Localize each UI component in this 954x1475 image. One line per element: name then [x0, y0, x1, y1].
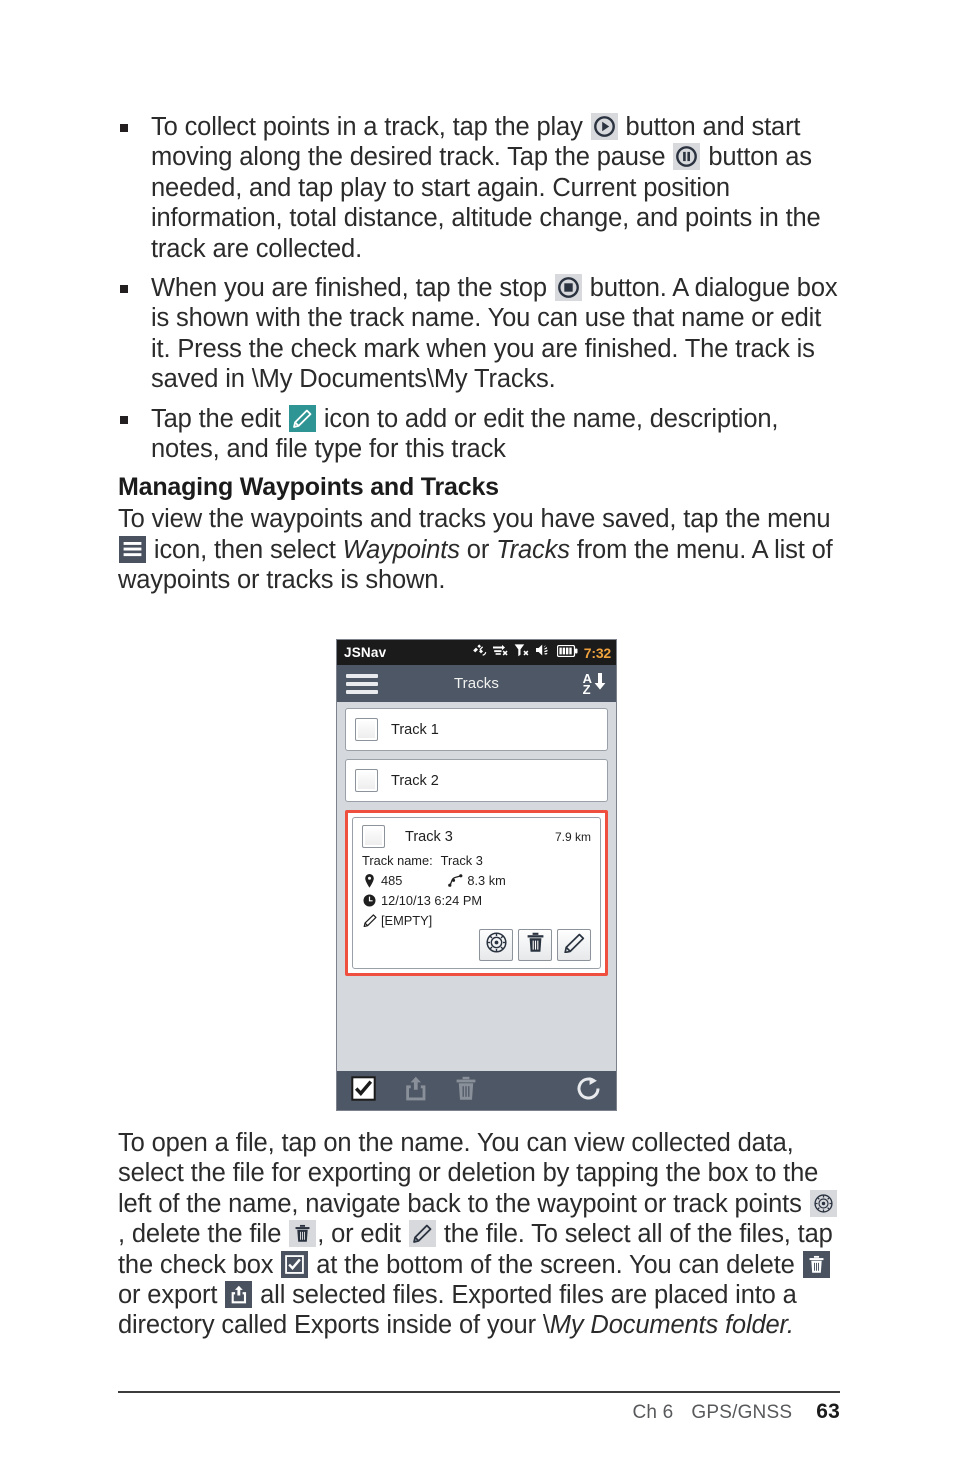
card-header: Track 3 7.9 km [362, 825, 591, 848]
track-checkbox[interactable] [355, 769, 378, 792]
card-action-buttons [362, 929, 591, 961]
edit-pencil-icon [408, 1220, 436, 1248]
path-length-group: 8.3 km [448, 873, 506, 888]
track-name-label: Track 2 [391, 772, 439, 789]
map-pin-icon [362, 873, 377, 888]
delete-button[interactable] [456, 1076, 476, 1106]
compass-icon [809, 1189, 837, 1217]
expanded-track-card[interactable]: Track 3 7.9 km Track name: Track 3 485 8… [352, 817, 601, 969]
hamburger-menu-icon[interactable] [346, 673, 378, 694]
path-length-value: 8.3 km [467, 873, 506, 888]
sync-disabled-icon [492, 643, 509, 663]
closing-paragraph: To open a file, tap on the name. You can… [118, 1128, 844, 1341]
trash-icon [802, 1250, 830, 1278]
trash-icon [527, 932, 544, 958]
bullet-text: When you are finished, tap the stop butt… [151, 274, 838, 394]
body-content: To collect points in a track, tap the pl… [118, 112, 840, 596]
speaker-icon [535, 643, 552, 662]
notes-value: [EMPTY] [381, 913, 433, 928]
list-item[interactable]: Track 2 [345, 759, 608, 802]
timestamp-value: 12/10/13 6:24 PM [381, 893, 483, 908]
status-clock: 7:32 [583, 644, 611, 661]
clock-icon [362, 894, 377, 907]
hamburger-menu-icon [119, 535, 146, 563]
footer-divider [118, 1391, 840, 1393]
emphasis-text: Tracks [496, 535, 570, 564]
screen-title: Tracks [453, 675, 500, 692]
edit-pencil-icon [563, 933, 585, 958]
track-name-label: Track 1 [391, 721, 439, 738]
trash-icon [289, 1220, 317, 1248]
notes-row: [EMPTY] [362, 913, 591, 928]
section-heading: Managing Waypoints and Tracks [118, 473, 499, 502]
track-name-field-label: Track name: [362, 853, 433, 868]
edit-pencil-icon [288, 404, 316, 432]
timestamp-row: 12/10/13 6:24 PM [362, 893, 591, 908]
device-bottom-bar [337, 1071, 616, 1110]
bullet-text: To collect points in a track, tap the pl… [151, 113, 821, 263]
export-icon [225, 1281, 253, 1309]
points-and-length-row: 485 8.3 km [362, 873, 591, 888]
select-all-button[interactable] [351, 1075, 376, 1106]
bullet-marker [120, 415, 128, 424]
track-path-icon [448, 874, 463, 887]
status-icons [471, 643, 578, 663]
bullet-list: To collect points in a track, tap the pl… [118, 112, 840, 464]
selected-track-highlight: Track 3 7.9 km Track name: Track 3 485 8… [345, 810, 608, 976]
points-count-value: 485 [381, 873, 403, 888]
signal-disabled-icon [514, 643, 530, 663]
device-screenshot: JSNav 7:32 Tracks A Z Track 1 Track 2 Tr… [336, 639, 617, 1111]
pause-icon [673, 143, 701, 171]
delete-button[interactable] [518, 929, 552, 961]
bullet-text: Tap the edit icon to add or edit the nam… [151, 404, 779, 464]
track-list: Track 1 Track 2 Track 3 7.9 km Track nam… [337, 702, 616, 976]
device-status-bar: JSNav 7:32 [337, 640, 616, 665]
emphasis-text: My Documents folder. [549, 1311, 794, 1340]
bullet-marker [120, 124, 128, 132]
export-button[interactable] [404, 1076, 428, 1106]
satellite-icon [471, 643, 487, 663]
document-page: To collect points in a track, tap the pl… [0, 0, 954, 1475]
stop-icon [554, 274, 582, 302]
distance-badge: 7.9 km [554, 829, 591, 844]
sort-descending-icon [593, 672, 607, 696]
bullet-marker [120, 285, 128, 294]
app-name-label: JSNav [344, 645, 387, 660]
checkbox-checked-icon [281, 1250, 309, 1278]
page-footer: Ch 6 GPS/GNSS 63 [632, 1400, 840, 1424]
track-name-label: Track 3 [405, 828, 453, 845]
list-item[interactable]: Track 1 [345, 708, 608, 751]
device-title-bar: Tracks A Z [337, 665, 616, 702]
emphasis-text: Waypoints [342, 535, 460, 564]
track-checkbox[interactable] [355, 718, 378, 741]
sort-az-label: A Z [582, 670, 592, 697]
edit-pencil-icon [362, 914, 377, 927]
sort-az-button[interactable]: A Z [583, 672, 607, 696]
battery-icon [556, 644, 578, 662]
footer-section: GPS/GNSS [691, 1402, 793, 1423]
footer-chapter: Ch 6 [632, 1402, 674, 1423]
compass-icon [485, 932, 507, 958]
page-number: 63 [816, 1400, 840, 1423]
track-name-field-value: Track 3 [440, 853, 483, 868]
navigate-button[interactable] [479, 929, 513, 961]
track-checkbox[interactable] [362, 825, 385, 848]
bullet-finish-stop: When you are finished, tap the stop butt… [118, 273, 840, 395]
bullet-collect-points: To collect points in a track, tap the pl… [118, 112, 840, 264]
bullet-edit-icon-note: Tap the edit icon to add or edit the nam… [118, 404, 840, 465]
refresh-button[interactable] [576, 1076, 602, 1106]
edit-button[interactable] [557, 929, 591, 961]
track-name-row: Track name: Track 3 [362, 853, 591, 868]
play-icon [590, 113, 618, 140]
intro-paragraph: To view the waypoints and tracks you hav… [118, 505, 833, 595]
